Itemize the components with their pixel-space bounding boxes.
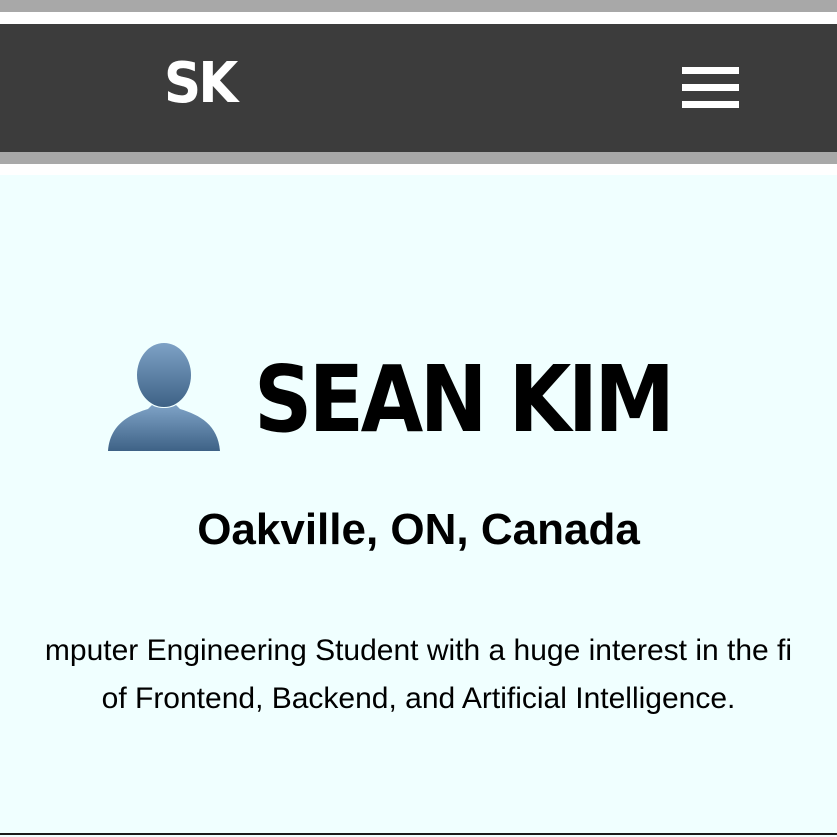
person-silhouette-icon bbox=[108, 343, 220, 451]
hero-section: SEAN KIM Oakville, ON, Canada mputer Eng… bbox=[0, 175, 837, 837]
navbar-bottom-spacer bbox=[0, 164, 837, 175]
site-logo[interactable]: SK bbox=[164, 56, 238, 112]
menu-bar-top bbox=[682, 67, 739, 74]
bio-line-1: mputer Engineering Student with a huge i… bbox=[44, 634, 793, 667]
top-spacer bbox=[0, 12, 837, 24]
location-text: Oakville, ON, Canada bbox=[197, 505, 640, 554]
hero-title-row: SEAN KIM bbox=[0, 340, 837, 460]
hamburger-menu-icon[interactable] bbox=[682, 67, 739, 109]
navbar-bottom-strip bbox=[0, 152, 837, 164]
navbar: SK bbox=[0, 24, 837, 152]
bio-text: mputer Engineering Student with a huge i… bbox=[0, 627, 837, 723]
menu-bar-middle bbox=[682, 84, 739, 91]
page-title: SEAN KIM bbox=[254, 346, 675, 453]
bio-line-2: of Frontend, Backend, and Artificial Int… bbox=[101, 682, 736, 715]
menu-bar-bottom bbox=[682, 101, 739, 108]
top-border-strip bbox=[0, 0, 837, 12]
bottom-divider bbox=[0, 833, 837, 835]
